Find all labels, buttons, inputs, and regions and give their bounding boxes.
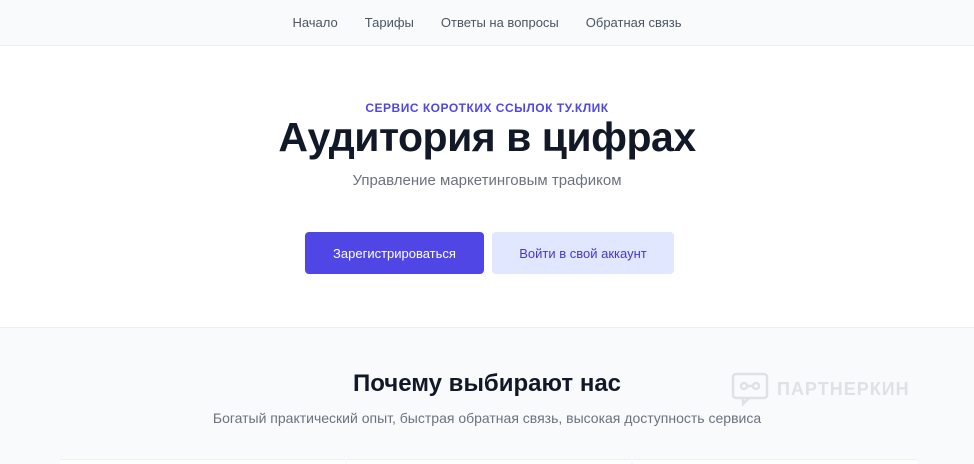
top-navigation: Начало Тарифы Ответы на вопросы Обратная… — [0, 0, 974, 46]
feature-card — [633, 459, 917, 464]
feature-card — [60, 459, 345, 464]
watermark-logo-icon — [731, 372, 769, 406]
hero-eyebrow: СЕРВИС КОРОТКИХ ССЫЛОК ТУ.КЛИК — [365, 101, 609, 115]
hero-title: Аудитория в цифрах — [278, 114, 696, 160]
nav-link-home[interactable]: Начало — [292, 15, 337, 30]
hero-subtitle: Управление маркетинговым трафиком — [352, 172, 622, 189]
why-us-subtitle: Богатый практический опыт, быстрая обрат… — [212, 410, 762, 426]
nav-link-faq[interactable]: Ответы на вопросы — [441, 15, 559, 30]
login-button[interactable]: Войти в свой аккаунт — [492, 232, 674, 274]
watermark: ПАРТНЕРКИН — [731, 372, 910, 406]
feature-card — [347, 459, 631, 464]
nav-link-pricing[interactable]: Тарифы — [365, 15, 414, 30]
watermark-text: ПАРТНЕРКИН — [777, 378, 910, 399]
register-button[interactable]: Зарегистрироваться — [305, 232, 484, 274]
nav-link-feedback[interactable]: Обратная связь — [586, 15, 682, 30]
hero-section: СЕРВИС КОРОТКИХ ССЫЛОК ТУ.КЛИК Аудитория… — [0, 46, 974, 328]
